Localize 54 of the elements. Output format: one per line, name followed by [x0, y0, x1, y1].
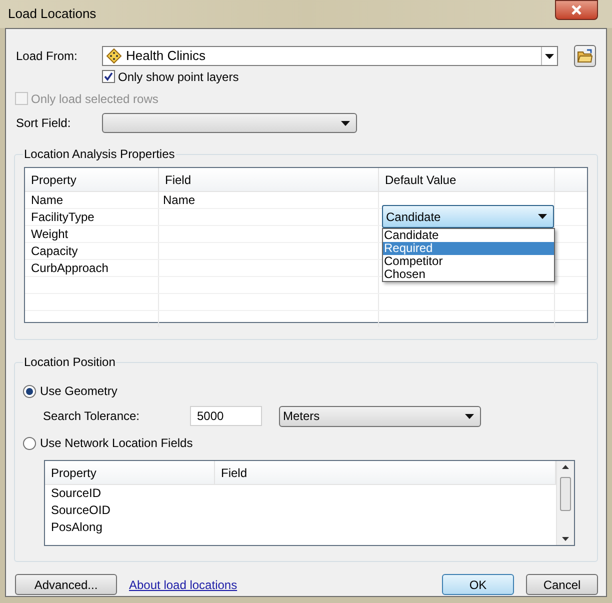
table-cell: Capacity [25, 243, 159, 259]
dropdown-option[interactable]: Competitor [383, 255, 554, 268]
button[interactable]: Cancel [526, 574, 598, 595]
close-icon [571, 5, 582, 15]
caret-icon [465, 414, 474, 418]
scroll-up-icon[interactable] [562, 465, 569, 469]
column-header: Property [25, 168, 159, 191]
dropdown-option[interactable]: Required [383, 242, 554, 255]
radio-label: Use Network Location Fields [40, 435, 193, 452]
sort-field-dropdown[interactable] [102, 113, 357, 133]
dropdown-value: Health Clinics [126, 47, 206, 66]
scrollbar[interactable] [556, 461, 574, 545]
radio-button[interactable] [23, 436, 36, 450]
table-cell: Name [159, 192, 379, 208]
dropdown-option[interactable]: Chosen [383, 268, 554, 281]
column-header: Field [159, 168, 379, 191]
dropdown-option[interactable]: Candidate [383, 229, 554, 242]
column-header: Default Value [379, 168, 555, 191]
layer-dropdown[interactable]: Health Clinics [102, 46, 558, 66]
table-cell: CurbApproach [25, 260, 159, 276]
caret-icon [341, 120, 350, 126]
table-cell: Weight [25, 226, 159, 242]
group-title: Location Analysis Properties [23, 147, 176, 161]
checkbox-label: Only load selected rows [31, 90, 158, 108]
field-label: Sort Field: [15, 115, 72, 132]
caret-icon [538, 214, 547, 219]
scroll-down-icon[interactable] [562, 537, 569, 541]
table-cell-text: PosAlong [50, 519, 104, 536]
field-label: Load From: [15, 48, 78, 65]
table-cell-text: SourceOID [50, 502, 112, 519]
folder-icon [577, 49, 593, 63]
dropdown-value: Meters [283, 408, 321, 425]
checkbox-label: Only show point layers [118, 68, 239, 86]
caret-icon [545, 54, 554, 58]
button[interactable]: Advanced... [15, 574, 117, 595]
open-folder-button[interactable] [574, 45, 596, 67]
field-label: Search Tolerance: [43, 408, 141, 425]
dropdown-value: Candidate [386, 208, 442, 226]
checkbox[interactable] [102, 70, 115, 83]
column-header: Property [45, 461, 215, 484]
help-link[interactable]: About load locations [129, 576, 238, 594]
table-cell-text: SourceID [50, 485, 102, 502]
radio-label: Use Geometry [40, 383, 118, 400]
close-button[interactable] [555, 0, 598, 20]
group-title: Location Position [23, 355, 116, 369]
default-value-dropdown[interactable]: Candidate [382, 205, 554, 228]
point-layer-icon [106, 48, 122, 64]
search-tolerance-field[interactable]: 5000 [190, 406, 262, 426]
radio-button[interactable] [23, 384, 36, 398]
button[interactable]: OK [442, 574, 514, 595]
window-title: Load Locations [8, 5, 96, 24]
table-cell: Name [25, 192, 159, 208]
units-dropdown[interactable]: Meters [279, 406, 481, 426]
table-cell: FacilityType [25, 209, 159, 225]
